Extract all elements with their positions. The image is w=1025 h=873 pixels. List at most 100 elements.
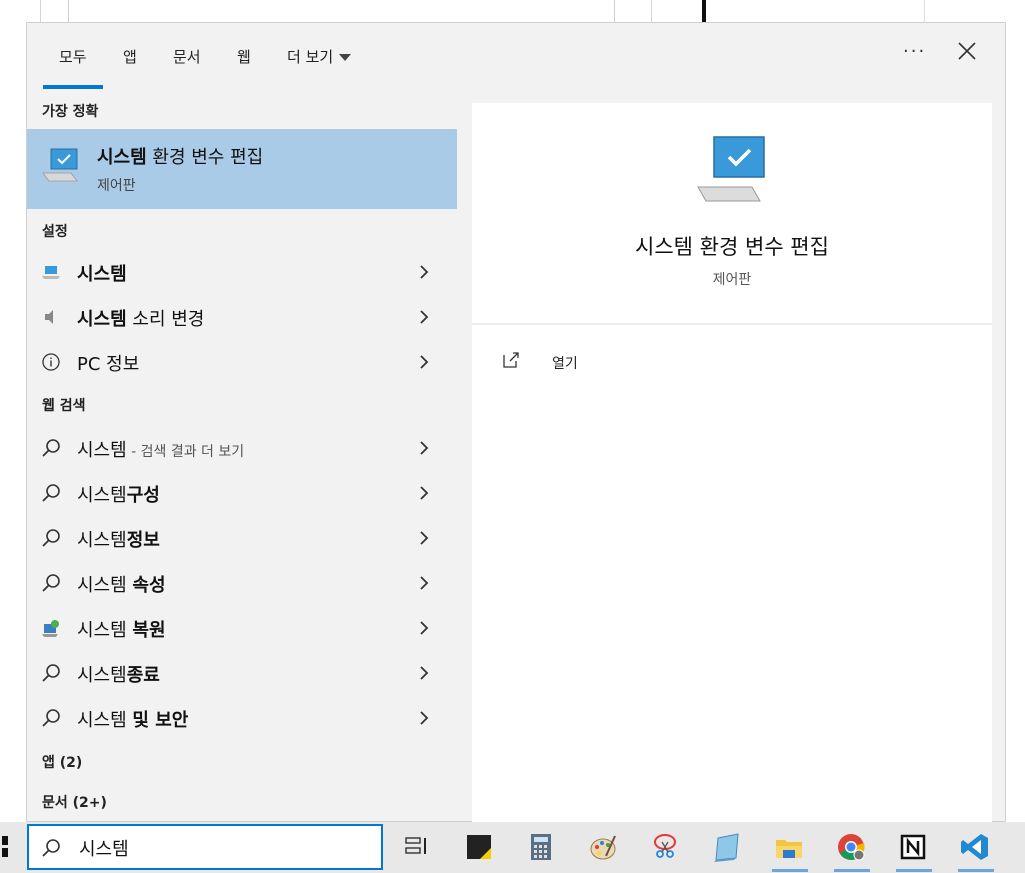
search-icon	[42, 664, 60, 682]
web-item-label: 시스템 및 보안	[77, 706, 188, 732]
tab-all[interactable]: 모두	[43, 45, 103, 89]
restore-icon	[42, 620, 59, 637]
laptop-icon	[42, 266, 60, 279]
open-action[interactable]: 열기	[502, 351, 702, 375]
chevron-right-icon	[420, 310, 429, 324]
web-item-label: 시스템 복원	[77, 616, 166, 642]
web-item-normal: 시스템	[77, 440, 127, 461]
search-icon	[42, 574, 60, 592]
best-match-title: 시스템 환경 변수 편집	[97, 143, 263, 169]
web-item-label: 시스템 - 검색 결과 더 보기	[77, 436, 244, 462]
web-item[interactable]: 시스템 - 검색 결과 더 보기	[27, 427, 457, 469]
web-item-normal: 시스템	[77, 575, 133, 596]
best-match-title-bold: 시스템	[97, 147, 147, 168]
taskbar	[0, 822, 1025, 873]
tab-apps[interactable]: 앱	[123, 45, 137, 69]
web-item-normal: 시스템	[77, 710, 133, 731]
file-explorer-icon[interactable]	[774, 832, 804, 862]
web-item[interactable]: 시스템 및 보안	[27, 697, 457, 739]
section-settings: 설정	[42, 224, 68, 240]
web-item-hint: - 검색 결과 더 보기	[126, 444, 245, 460]
chevron-right-icon	[420, 265, 429, 279]
tab-documents[interactable]: 문서	[173, 45, 201, 69]
search-input[interactable]	[77, 834, 371, 862]
chevron-right-icon	[420, 355, 429, 369]
best-match-title-rest: 환경 변수 편집	[146, 147, 264, 168]
active-app-indicator	[958, 869, 994, 872]
calculator-icon[interactable]	[526, 832, 556, 862]
chevron-down-icon	[339, 54, 352, 61]
search-tabs: 모두 앱 문서 웹 더 보기 ···	[27, 23, 1005, 89]
web-item-normal: 시스템	[77, 530, 127, 551]
chevron-right-icon	[420, 486, 429, 500]
web-item-label: 시스템구성	[77, 481, 160, 507]
close-icon[interactable]	[955, 39, 979, 63]
web-item-label: 시스템정보	[77, 526, 160, 552]
windows-start-icon[interactable]	[0, 836, 8, 858]
web-item-bold: 정보	[126, 530, 160, 551]
settings-item-pc-info[interactable]: PC 정보	[27, 341, 457, 383]
settings-item-label: PC 정보	[77, 350, 139, 376]
settings-item-label: 시스템 소리 변경	[77, 305, 204, 331]
web-item[interactable]: 시스템 복원	[27, 607, 457, 649]
chevron-right-icon	[420, 666, 429, 680]
more-options-icon[interactable]: ···	[903, 41, 926, 62]
speaker-icon	[45, 310, 53, 324]
section-documents[interactable]: 문서 (2+)	[42, 792, 107, 812]
section-web-search: 웹 검색	[42, 398, 86, 414]
web-item-label: 시스템 속성	[77, 571, 166, 597]
web-item[interactable]: 시스템구성	[27, 472, 457, 514]
snipping-tool-icon[interactable]	[650, 832, 680, 862]
detail-pane: 시스템 환경 변수 편집 제어판 열기	[472, 103, 992, 823]
settings-item-system[interactable]: 시스템	[27, 251, 457, 293]
best-match-subtitle: 제어판	[97, 178, 136, 194]
settings-item-sound[interactable]: 시스템 소리 변경	[27, 296, 457, 338]
active-app-indicator	[834, 869, 870, 872]
web-item-label: 시스템종료	[77, 661, 160, 687]
background-window-content	[68, 0, 615, 24]
open-external-icon	[503, 352, 519, 368]
chevron-right-icon	[420, 711, 429, 725]
chevron-right-icon	[420, 621, 429, 635]
web-item-bold: 및 보안	[132, 710, 189, 731]
chevron-right-icon	[420, 576, 429, 590]
taskbar-search-box[interactable]	[27, 824, 383, 870]
detail-header: 시스템 환경 변수 편집 제어판	[472, 103, 992, 325]
search-icon	[42, 709, 60, 727]
web-item-normal: 시스템	[77, 620, 133, 641]
web-item[interactable]: 시스템정보	[27, 517, 457, 559]
settings-item-rest: PC 정보	[77, 354, 140, 375]
tab-more-label: 더 보기	[287, 48, 334, 66]
settings-item-bold: 시스템	[77, 309, 127, 330]
best-match-item[interactable]: 시스템 환경 변수 편집 제어판	[27, 129, 457, 209]
chevron-right-icon	[420, 531, 429, 545]
detail-title: 시스템 환경 변수 편집	[635, 235, 829, 259]
web-item[interactable]: 시스템 속성	[27, 562, 457, 604]
detail-subtitle: 제어판	[712, 272, 752, 288]
background-divider	[702, 0, 706, 22]
active-app-indicator	[772, 869, 808, 872]
web-item[interactable]: 시스템종료	[27, 652, 457, 694]
notepad-icon[interactable]	[712, 832, 742, 862]
open-action-label: 열기	[552, 356, 578, 372]
paint-icon[interactable]	[588, 832, 618, 862]
active-app-indicator	[896, 869, 932, 872]
settings-item-rest: 소리 변경	[126, 309, 205, 330]
web-item-bold: 종료	[126, 665, 160, 686]
search-icon	[42, 529, 60, 547]
sticky-notes-icon[interactable]	[464, 832, 494, 862]
tab-web[interactable]: 웹	[237, 45, 251, 69]
vscode-icon[interactable]	[960, 832, 990, 862]
task-view-icon[interactable]	[402, 832, 432, 862]
settings-item-bold: 시스템	[77, 264, 127, 285]
chrome-icon[interactable]	[836, 832, 866, 862]
section-apps[interactable]: 앱 (2)	[42, 752, 82, 772]
background-pane-edge	[924, 0, 925, 22]
start-search-panel: 모두 앱 문서 웹 더 보기 ··· 가장 정확 시스템 환경 변수 편집 제어…	[26, 22, 1006, 823]
search-icon	[42, 484, 60, 502]
settings-item-label: 시스템	[77, 260, 127, 286]
tab-more[interactable]: 더 보기	[287, 45, 352, 69]
section-best-match: 가장 정확	[42, 104, 99, 120]
notion-icon[interactable]	[898, 832, 928, 862]
results-list: 가장 정확 시스템 환경 변수 편집 제어판 설정 시스템 시스템 소리 변경 …	[27, 89, 457, 823]
